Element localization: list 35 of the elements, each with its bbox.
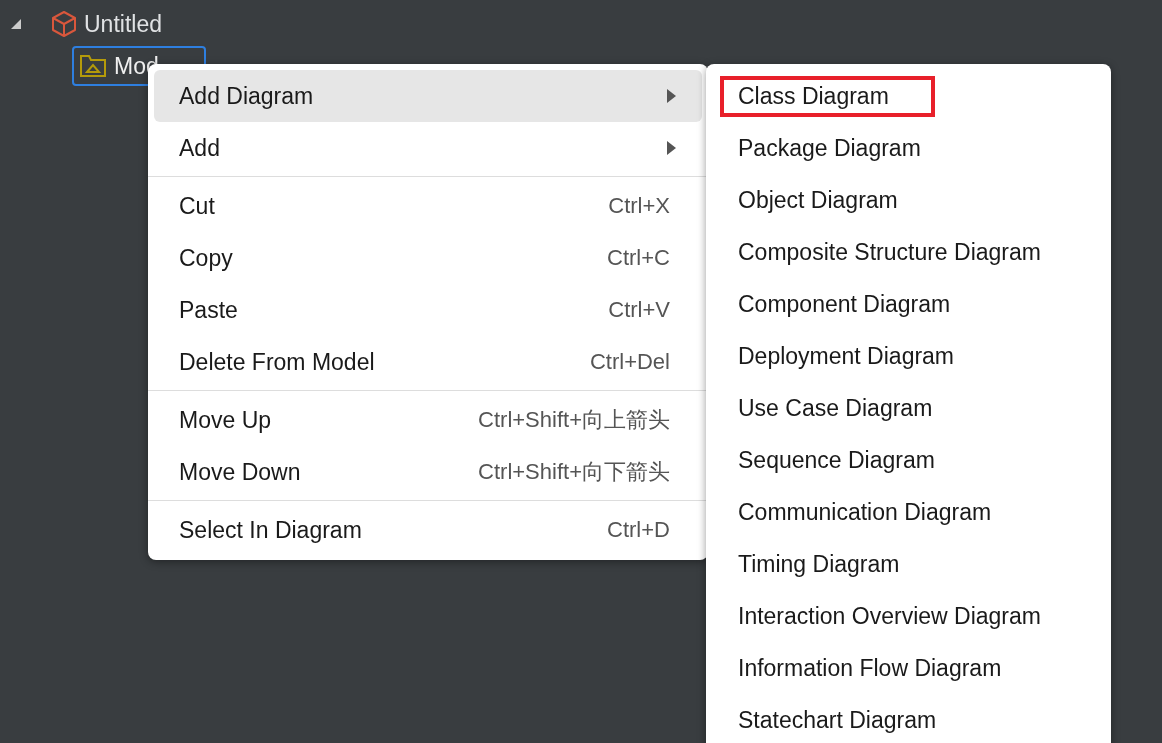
shortcut-label: Ctrl+Shift+向上箭头 bbox=[478, 406, 670, 434]
menu-item[interactable]: Move Up Ctrl+Shift+向上箭头 bbox=[154, 394, 702, 446]
shortcut-label: Ctrl+D bbox=[607, 517, 670, 543]
tree-item-label[interactable]: Untitled bbox=[84, 10, 162, 38]
shortcut-label: Ctrl+X bbox=[608, 193, 670, 219]
menu-item[interactable]: Use Case Diagram bbox=[720, 387, 979, 429]
menu-item[interactable]: Interaction Overview Diagram bbox=[720, 595, 1087, 637]
menu-item[interactable]: Add Diagram bbox=[154, 70, 702, 122]
menu-item[interactable]: Paste Ctrl+V bbox=[154, 284, 702, 336]
shortcut-label: Ctrl+Shift+向下箭头 bbox=[478, 458, 670, 486]
menu-item[interactable]: Statechart Diagram bbox=[720, 699, 983, 741]
expand-icon[interactable] bbox=[10, 18, 22, 30]
menu-item[interactable]: Component Diagram bbox=[720, 283, 997, 325]
folder-icon bbox=[80, 55, 106, 77]
menu-item[interactable]: Object Diagram bbox=[720, 179, 944, 221]
menu-item[interactable]: Timing Diagram bbox=[720, 543, 946, 585]
menu-item[interactable]: Class Diagram bbox=[720, 75, 935, 117]
menu-item[interactable]: Composite Structure Diagram bbox=[720, 231, 1087, 273]
menu-item[interactable]: Select In Diagram Ctrl+D bbox=[154, 504, 702, 556]
menu-item[interactable]: Cut Ctrl+X bbox=[154, 180, 702, 232]
menu-item[interactable]: Copy Ctrl+C bbox=[154, 232, 702, 284]
menu-item[interactable]: Package Diagram bbox=[720, 127, 967, 169]
cube-icon bbox=[50, 10, 78, 38]
menu-item[interactable]: Information Flow Diagram bbox=[720, 647, 1048, 689]
shortcut-label: Ctrl+C bbox=[607, 245, 670, 271]
menu-item[interactable]: Add bbox=[154, 122, 702, 174]
menu-item[interactable]: Sequence Diagram bbox=[720, 439, 981, 481]
menu-item[interactable]: Move Down Ctrl+Shift+向下箭头 bbox=[154, 446, 702, 498]
shortcut-label: Ctrl+Del bbox=[589, 349, 670, 375]
submenu-arrow-icon bbox=[666, 89, 676, 103]
submenu-arrow-icon bbox=[666, 141, 676, 155]
menu-item[interactable]: Communication Diagram bbox=[720, 491, 1038, 533]
shortcut-label: Ctrl+V bbox=[608, 297, 670, 323]
menu-item[interactable]: Deployment Diagram bbox=[720, 335, 1001, 377]
menu-item[interactable]: Delete From Model Ctrl+Del bbox=[154, 336, 702, 388]
